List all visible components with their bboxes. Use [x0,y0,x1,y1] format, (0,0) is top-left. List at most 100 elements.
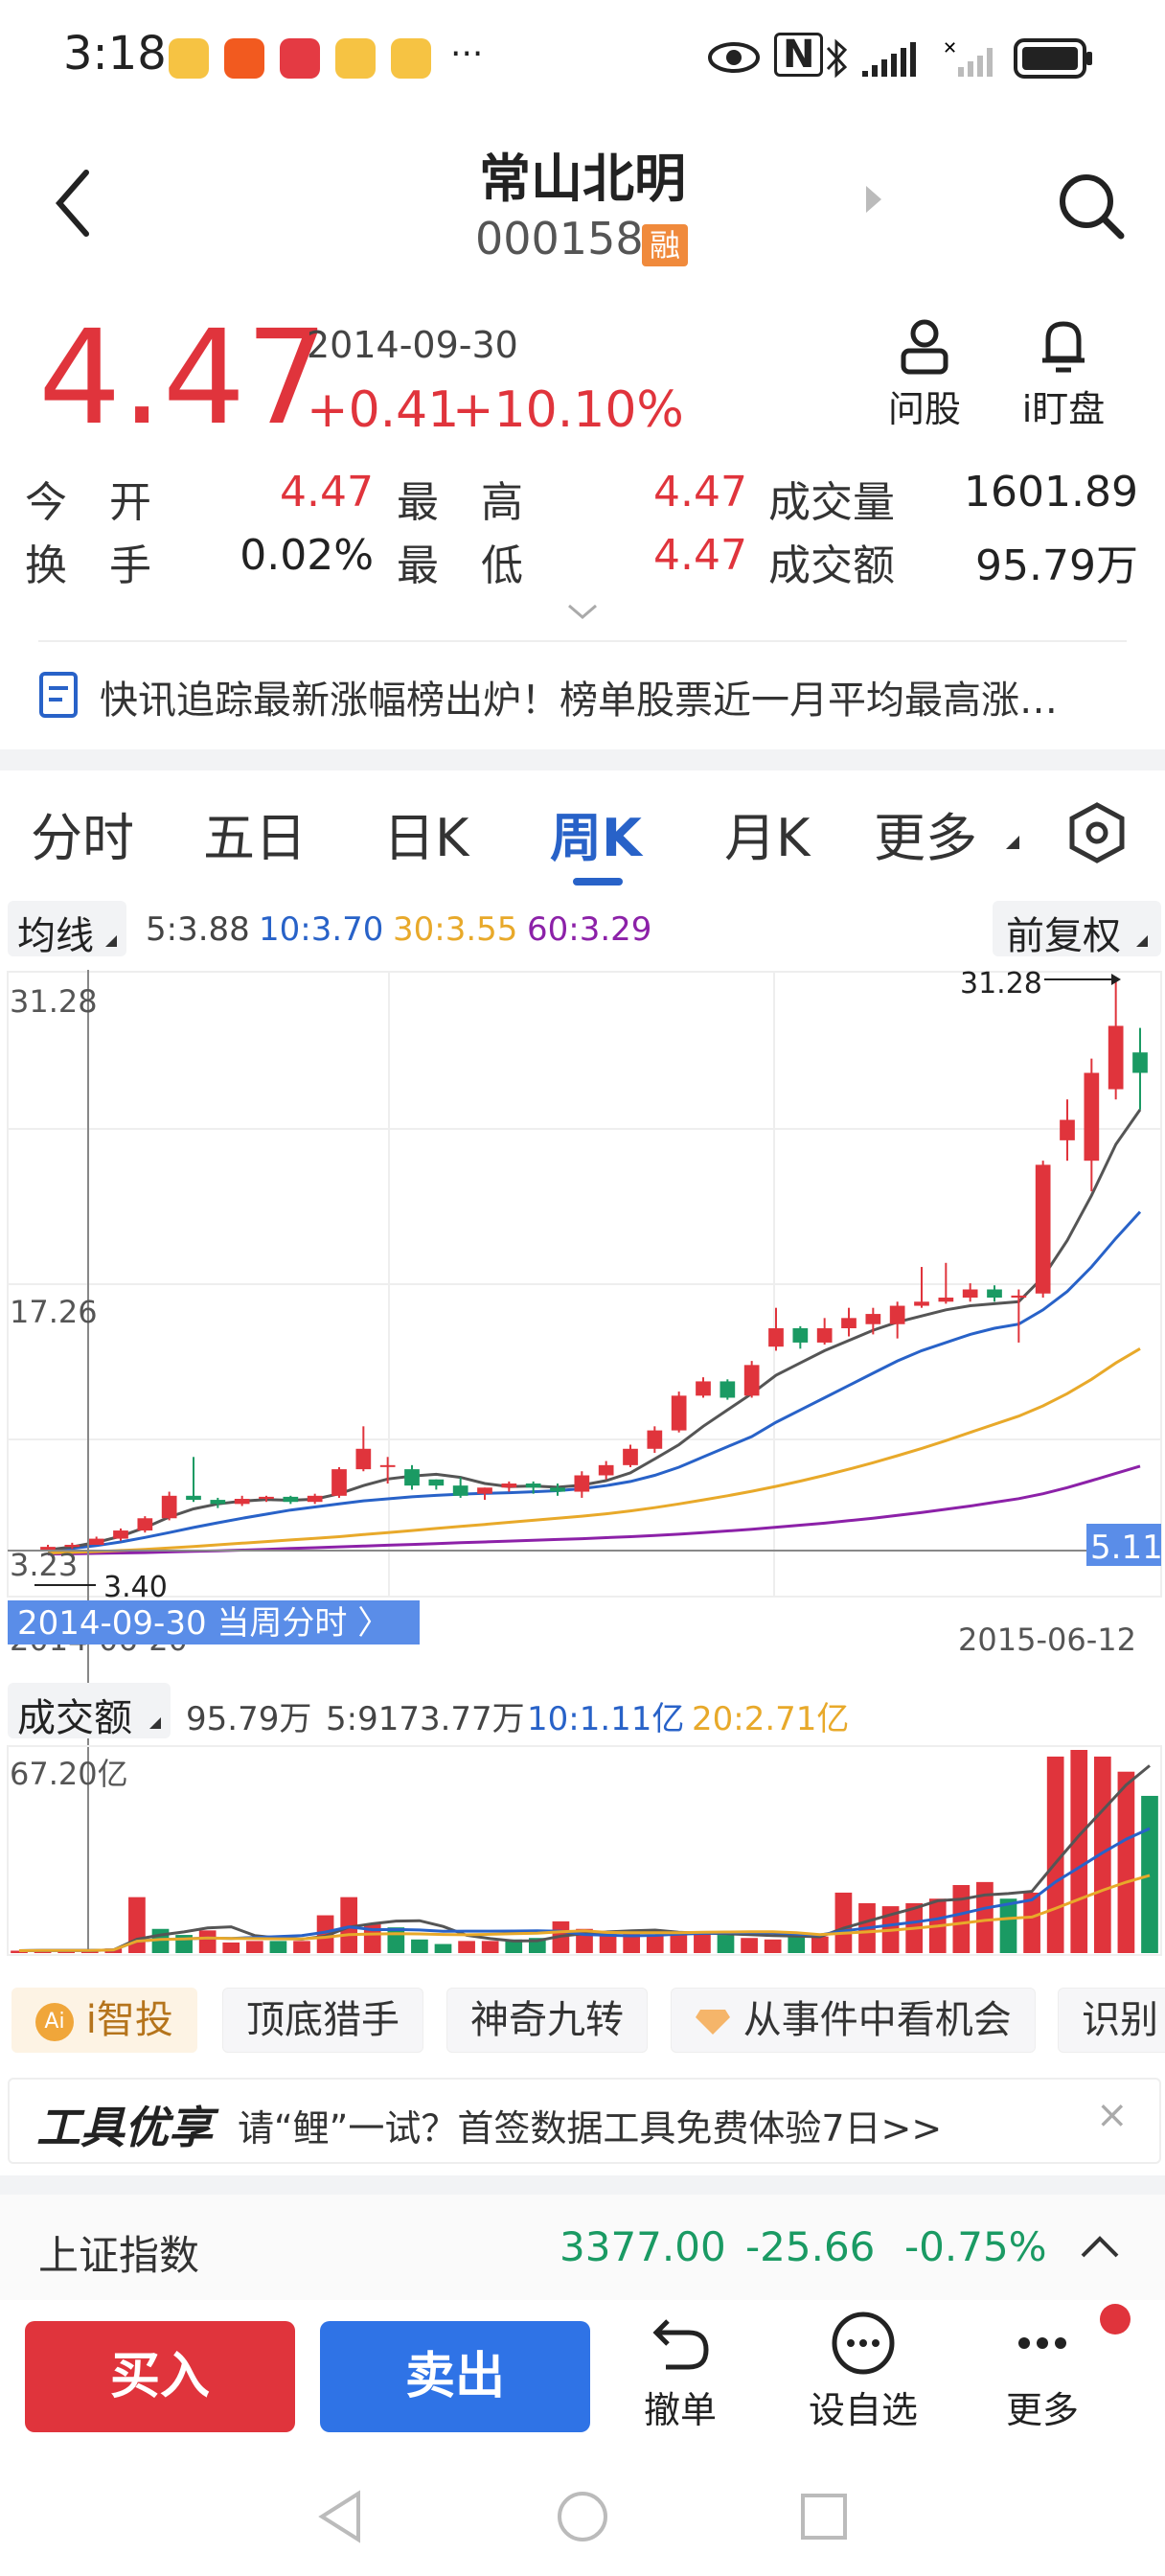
tab-daily-k[interactable]: 日K [383,795,468,871]
candle [283,1496,299,1503]
volume-bar [999,1898,1017,1953]
adjust-selector[interactable]: 前复权 [993,901,1161,958]
index-name: 上证指数 [38,2232,200,2279]
settings-hexagon-icon[interactable] [1065,801,1129,864]
document-icon [39,672,78,718]
chevron-up-icon[interactable] [1079,2233,1121,2260]
more-button[interactable]: 更多 [985,2310,1100,2433]
index-bar[interactable]: 上证指数 3377.00 -25.66 -0.75% [0,2195,1165,2300]
candle [647,1430,663,1449]
nav-home-icon[interactable] [556,2490,609,2543]
section-gap [0,749,1165,770]
ma5-value: 5:3.88 [146,910,250,949]
tab-monthly-k[interactable]: 月K [724,795,810,871]
volume-axis-top-label: 67.20亿 [10,1756,128,1792]
watch-price-button[interactable]: i盯盘 [1006,316,1121,432]
candle [816,1327,833,1343]
person-icon [901,319,948,375]
more-dropdown-icon [1006,836,1019,849]
nav-recents-icon[interactable] [799,2492,849,2542]
volume-bar [458,1941,475,1953]
chip-identify[interactable]: 识别 [1058,1988,1165,2053]
candle [161,1495,177,1519]
nav-back-icon[interactable] [316,2490,364,2543]
cancel-order-button[interactable]: 撤单 [623,2310,738,2433]
eye-icon [708,42,760,73]
news-ticker[interactable]: 快讯追踪最新涨幅榜出炉！榜单股票近一月平均最高涨… [0,661,1165,728]
index-change-pct: -0.75% [904,2223,1047,2270]
candle [574,1475,590,1492]
candle [525,1484,541,1488]
volume-value: 1601.89 [964,468,1138,517]
add-watchlist-button[interactable]: 设自选 [801,2310,925,2433]
volume-bar [694,1933,711,1953]
signal-2-icon: ✕ [943,38,993,77]
bell-icon [1042,321,1085,373]
chip-ai-invest[interactable]: Ai i智投 [11,1988,197,2053]
current-price: 4.47 [38,303,329,454]
candle [720,1381,736,1398]
turnover-label: 换 手 [25,541,151,590]
candle [259,1496,274,1500]
candle [987,1289,1002,1299]
candle [865,1314,881,1324]
chip-magic-nine[interactable]: 神奇九转 [446,1988,648,2053]
volume-bar [646,1935,664,1953]
candle [331,1469,347,1496]
svg-text:✕: ✕ [943,38,957,58]
notification-dot [1100,2304,1131,2334]
stock-name: 常山北明 [479,149,686,209]
margin-badge: 融 [642,224,688,266]
candle [889,1305,905,1324]
volume-bar [764,1939,782,1953]
volume-selector-label: 成交额 [17,1696,132,1740]
dropdown-icon [105,935,117,947]
tab-weekly-k[interactable]: 周K [550,795,642,871]
stock-header: 常山北明 000158 融 [0,115,1165,307]
sell-button[interactable]: 卖出 [320,2321,590,2432]
diamond-icon [696,2010,730,2035]
dropdown-icon [149,1717,161,1729]
candle [477,1487,492,1494]
active-tab-indicator [573,878,623,886]
candle [1060,1119,1075,1140]
tab-five-day[interactable]: 五日 [203,795,307,871]
tab-intraday[interactable]: 分时 [31,795,134,871]
volume-bar [198,1930,217,1953]
ask-stock-button[interactable]: 问股 [872,316,977,432]
promo-banner[interactable]: 工具优享 请“鲤”一试？首签数据工具免费体验7日>> × [8,2078,1161,2164]
min-price-label: 3.40 [103,1571,168,1604]
volume-chart[interactable]: 67.20亿 [0,1744,1165,1957]
amount-label: 成交额 [768,541,895,590]
week-intraday-link-label[interactable]: 2014-09-30 当周分时 〉 [17,1604,390,1643]
candle [914,1301,929,1306]
stock-code: 000158 [475,213,644,264]
chip-ai-invest-label: i智投 [85,1998,173,2042]
search-icon[interactable] [1054,169,1127,242]
candle [696,1381,711,1396]
chip-top-bottom[interactable]: 顶底猎手 [222,1988,423,2053]
candle [355,1448,372,1470]
volume-bar [293,1941,310,1953]
quote-date: 2014-09-30 [307,324,518,366]
close-icon[interactable]: × [1096,2093,1129,2137]
clock: 3:18 [63,27,167,80]
volume-bar [434,1944,452,1953]
buy-button[interactable]: 买入 [25,2321,295,2432]
expand-chevron-icon[interactable] [565,602,600,623]
ma-selector[interactable]: 均线 [8,901,126,958]
price-change: +0.41 [307,381,460,439]
chip-event-opportunity[interactable]: 从事件中看机会 [671,1988,1036,2053]
next-stock-icon[interactable] [862,182,885,217]
undo-icon [652,2319,709,2370]
volume-bar [811,1936,829,1953]
ma10-line [47,1210,1142,1552]
tab-more[interactable]: 更多 [874,795,977,871]
status-bar: 3:18 ··· N ✕ [0,0,1165,115]
volume-selector[interactable]: 成交额 [8,1683,171,1740]
candle [550,1487,565,1492]
huawei-app-icon [280,38,320,79]
turnover-value: 0.02% [240,531,374,580]
low-value: 4.47 [653,531,747,580]
candle [841,1318,857,1328]
